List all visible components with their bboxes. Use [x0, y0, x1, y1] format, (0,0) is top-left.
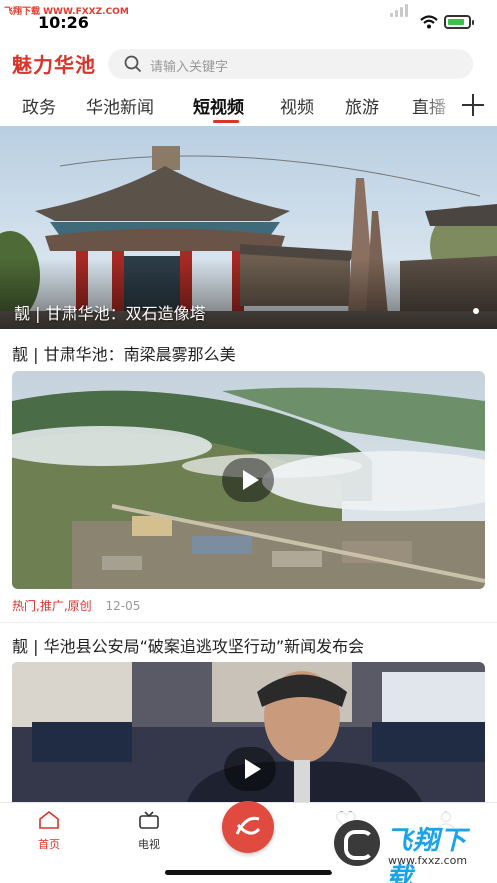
home-icon — [39, 810, 59, 829]
video-thumbnail-1[interactable] — [12, 371, 485, 589]
nav-home-label: 首页 — [38, 838, 60, 851]
nav-tv[interactable]: 电视 — [119, 811, 179, 852]
watermark-url: www.fxxz.com — [388, 854, 468, 867]
hero-banner[interactable]: 靓 | 甘肃华池：双石造像塔 — [0, 126, 497, 329]
center-action-button[interactable] — [222, 801, 274, 853]
watermark-logo-icon — [334, 820, 380, 866]
battery-icon — [444, 15, 474, 29]
hero-caption: 靓 | 甘肃华池：双石造像塔 — [14, 304, 206, 323]
card-title-1[interactable]: 靓 | 甘肃华池：南梁晨雾那么美 — [12, 341, 236, 365]
tab-short-video[interactable]: 短视频 — [193, 93, 244, 118]
nav-tv-label: 电视 — [138, 838, 160, 851]
nav-home[interactable]: 首页 — [19, 810, 79, 852]
play-icon[interactable] — [224, 747, 276, 791]
search-icon — [124, 55, 142, 73]
tab-travel[interactable]: 旅游 — [345, 93, 379, 118]
search-bar[interactable]: 请输入关键字 — [108, 49, 473, 79]
category-tabs: 政务 华池新闻 短视频 视频 旅游 直播 — [0, 88, 497, 126]
tab-video[interactable]: 视频 — [280, 93, 314, 118]
hero-image — [0, 126, 497, 329]
video-thumbnail-2[interactable] — [12, 662, 485, 802]
add-channel-icon[interactable] — [460, 92, 486, 118]
app-header: 魅力华池 请输入关键字 — [0, 44, 497, 82]
wifi-icon — [420, 15, 438, 29]
home-indicator — [165, 870, 332, 875]
divider — [0, 622, 497, 623]
search-placeholder: 请输入关键字 — [150, 60, 229, 75]
carousel-indicator — [473, 308, 479, 314]
card-title-2[interactable]: 靓 | 华池县公安局“破案追逃攻坚行动”新闻发布会 — [12, 633, 364, 657]
tab-zhengwu[interactable]: 政务 — [22, 93, 56, 118]
watermark-badge: 飞翔下载 www.fxxz.com — [330, 812, 490, 883]
card-date: 12-05 — [105, 599, 141, 613]
card-tags: 热门,推广,原创 — [12, 599, 92, 613]
tv-icon — [139, 811, 159, 829]
watermark-brand: 飞翔下载 — [386, 826, 468, 883]
active-tab-indicator — [213, 120, 239, 123]
center-logo-icon — [235, 816, 261, 835]
card-meta-1: 热门,推广,原创 12-05 — [12, 597, 140, 614]
tab-huachi-news[interactable]: 华池新闻 — [86, 93, 154, 118]
play-icon[interactable] — [222, 458, 274, 502]
status-bar: 飞翔下载 WWW.FXXZ.COM 10:26 — [0, 0, 497, 44]
app-logo: 魅力华池 — [12, 53, 96, 77]
status-time: 10:26 — [38, 13, 89, 32]
